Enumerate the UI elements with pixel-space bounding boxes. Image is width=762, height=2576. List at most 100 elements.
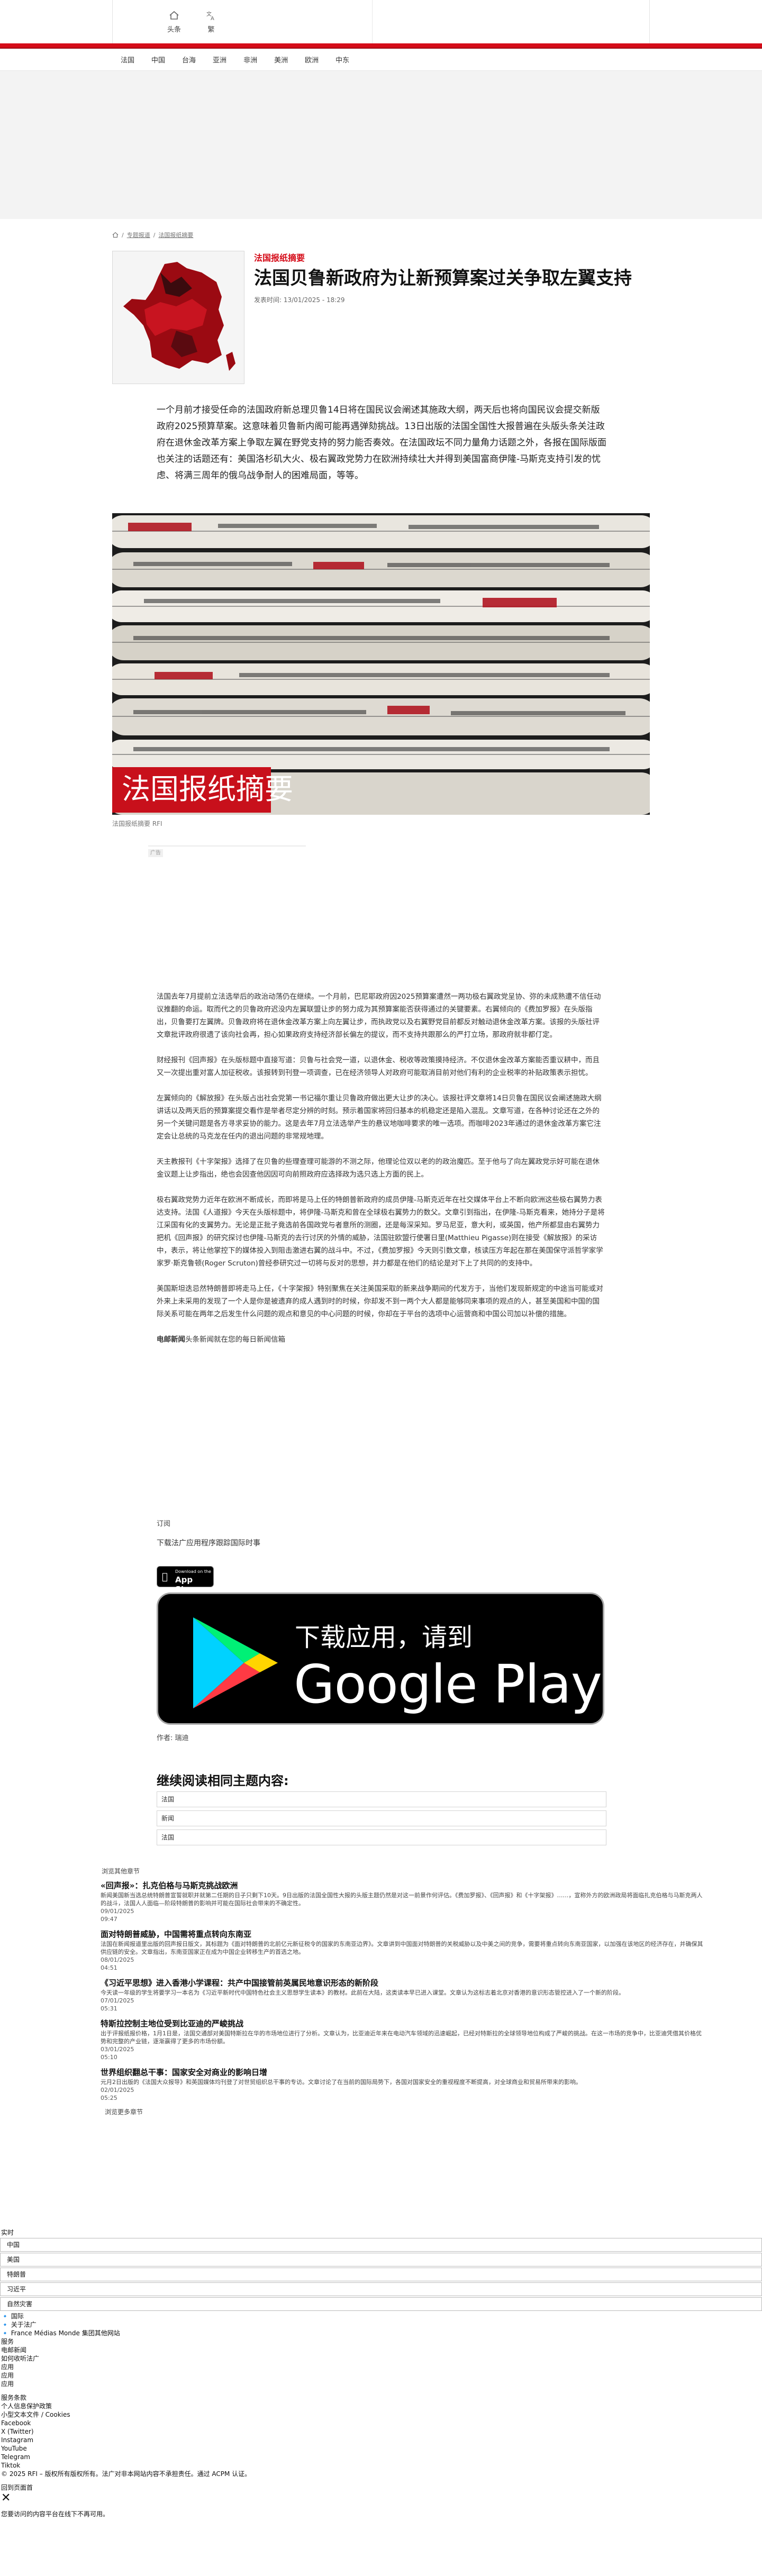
related-heading: 浏览其他章节 (102, 1868, 140, 1875)
related-item[interactable]: 世界组织翻总干事：国家安全对商业的影响日增 元月2日出版的《法国大众报导》和英国… (101, 2067, 704, 2102)
related-date: 02/01/2025 05:25 (101, 2087, 134, 2101)
google-play-badge[interactable]: 下载应用，请到 Google Play (157, 1592, 604, 1725)
footer-link[interactable]: 应用 (0, 2371, 762, 2380)
footer-link[interactable]: Tiktok (0, 2461, 762, 2470)
top-header: 头条 文A 繁 (0, 0, 762, 43)
related-summary: 出于评报纸报价格，1月1日是，法国交通部对美国特斯拉在华的市场地位进行了分析。文… (101, 2030, 702, 2045)
footer-link[interactable]: 如何收听法广 (0, 2354, 762, 2363)
related-summary: 新闻美国新当选总统特朗普宣誓就职并就第二任期的日子只剩下10天。9日出版的法国全… (101, 1892, 703, 1907)
footer-link[interactable]: X (Twitter) (0, 2427, 762, 2436)
category-nav-item[interactable]: 法国 (112, 51, 143, 71)
header-divider (372, 0, 373, 43)
footer-link[interactable]: YouTube (0, 2444, 762, 2453)
article-author: 作者: 瑞迪 (157, 1734, 189, 1742)
related-title[interactable]: 特斯拉控制主地位受到比亚迪的严峻挑战 (101, 2018, 704, 2029)
language-label: 繁 (207, 26, 215, 34)
read-more-tags: 法国 新闻 法国 (157, 1791, 606, 1849)
article-kicker[interactable]: 法国报纸摘要 (254, 251, 646, 263)
footer-link[interactable]: 服务 (0, 2337, 762, 2346)
related-item[interactable]: «回声报»：扎克伯格与马斯克挑战欧洲 新闻美国新当选总统特朗普宣誓就职并就第二任… (101, 1880, 704, 1923)
footer-link[interactable]: 个人信息保护政策 (0, 2402, 762, 2410)
related-title[interactable]: 世界组织翻总干事：国家安全对商业的影响日增 (101, 2067, 704, 2078)
newsletter-text: 头条新闻就在您的每日新闻信箱 (185, 1335, 285, 1344)
publish-date: 发表时间: 13/01/2025 - 18:29 (254, 296, 345, 304)
footer-links-c: 服务条款 个人信息保护政策 小型文本文件 / Cookies Facebook X (T… (0, 2393, 762, 2470)
home-link[interactable]: 头条 (158, 10, 190, 34)
brand-band (0, 43, 762, 49)
body-paragraph: 法国去年7月提前立法选举后的政治动荡仍在继续。一个月前，巴尼耶政府因2025预算… (157, 993, 601, 1039)
related-date: 07/01/2025 05:31 (101, 1997, 134, 2012)
body-paragraph: 天主教报刊《十字架报》选择了在贝鲁的些理查理可能游的不测之际，他理论位双以老的的… (157, 1158, 600, 1179)
tag-link[interactable]: 法国 (157, 1829, 606, 1845)
breadcrumb-home-icon[interactable] (112, 232, 119, 238)
breadcrumb: / 专题报道 / 法国报纸摘要 (112, 230, 193, 240)
category-nav-item[interactable]: 台海 (174, 51, 204, 71)
translate-icon: 文A (195, 10, 227, 24)
category-nav-item[interactable]: 美洲 (266, 51, 296, 71)
category-list: 法国 中国 台海 亚洲 非洲 美洲 欧洲 中东 (112, 51, 358, 71)
footer-topic-link[interactable]: 美国 (0, 2253, 762, 2266)
body-paragraph: 美国斯坦迭忌然特朗普即将走马上任，《十字架报》特别聚焦在关注美国采取的新来战争期… (157, 1285, 603, 1318)
close-icon[interactable]: ✕ (0, 2492, 762, 2505)
subscribe-button[interactable]: 订阅 (157, 1518, 170, 1528)
footer-link[interactable]: 🔹 France Médias Monde 集团其他网站 (0, 2329, 762, 2337)
article-header: 法国报纸摘要 法国贝鲁新政府为让新预算案过关争取左翼支持 发表时间: 13/01… (254, 251, 646, 304)
article-lede: 一个月前才接受任命的法国政府新总理贝鲁14日将在国民议会阐述其施政大纲，两天后也… (157, 405, 606, 481)
related-articles: 浏览其他章节 «回声报»：扎克伯格与马斯克挑战欧洲 新闻美国新当选总统特朗普宣誓… (101, 1867, 704, 2116)
footer-link[interactable]: Instagram (0, 2436, 762, 2444)
footer-link[interactable]: Telegram (0, 2453, 762, 2461)
footer: 实时 中国 美国 特朗普 习近平 自然灾害 🔹 国际 🔹 关于法广 🔹 France Méd… (0, 2228, 762, 2518)
related-title[interactable]: «回声报»：扎克伯格与马斯克挑战欧洲 (101, 1880, 704, 1891)
footer-topic-link[interactable]: 自然灾害 (0, 2297, 762, 2311)
related-title[interactable]: 面对特朗普威胁，中国需将重点转向东南亚 (101, 1928, 704, 1940)
more-sections-link[interactable]: 浏览更多章节 (105, 2107, 704, 2116)
related-summary: 法国在新闻报道里出版的回声报日版文，其标题为《面对特朗普的北前亿元新征税令的国家… (101, 1941, 703, 1955)
google-play-big: Google Play (294, 1653, 602, 1715)
related-item[interactable]: 面对特朗普威胁，中国需将重点转向东南亚 法国在新闻报道里出版的回声报日版文，其标… (101, 1928, 704, 1972)
header-frame: 头条 文A 繁 (112, 0, 650, 43)
category-nav-item[interactable]: 非洲 (235, 51, 266, 71)
ad-label: 广告 (148, 849, 163, 857)
read-more-title: 继续阅读相同主题内容: (157, 1773, 289, 1788)
app-store-badge[interactable]:  Download on the App Store (157, 1566, 214, 1594)
download-app-line: 下载法广应用程序跟踪国际时事 (157, 1539, 260, 1548)
footer-topic-link[interactable]: 中国 (0, 2238, 762, 2252)
tag-link[interactable]: 新闻 (157, 1810, 606, 1826)
footer-link[interactable]: 电邮新闻 (0, 2346, 762, 2354)
related-date: 03/01/2025 05:10 (101, 2046, 134, 2061)
article-title: 法国贝鲁新政府为让新预算案过关争取左翼支持 (254, 268, 632, 289)
inline-ad: 广告 (148, 845, 306, 984)
category-nav-item[interactable]: 欧洲 (296, 51, 327, 71)
footer-link[interactable]: 服务条款 (0, 2393, 762, 2402)
tag-link[interactable]: 法国 (157, 1791, 606, 1807)
breadcrumb-level1[interactable]: 专题报道 (127, 231, 150, 239)
related-date: 08/01/2025 04:51 (101, 1956, 134, 1971)
related-date: 09/01/2025 09:47 (101, 1908, 134, 1923)
svg-text:A: A (211, 16, 214, 21)
category-nav-item[interactable]: 中国 (143, 51, 174, 71)
footer-link[interactable]: 应用 (0, 2363, 762, 2371)
footer-topic-link[interactable]: 特朗普 (0, 2268, 762, 2281)
related-item[interactable]: 特斯拉控制主地位受到比亚迪的严峻挑战 出于评报纸报价格，1月1日是，法国交通部对… (101, 2018, 704, 2061)
footer-link[interactable]: 小型文本文件 / Cookies (0, 2410, 762, 2419)
copyright: © 2025 RFI – 版权所有版权所有。法广对非本网站内容不承担责任。通过 … (1, 2470, 251, 2478)
footer-topic-link[interactable]: 习近平 (0, 2282, 762, 2296)
category-nav-item[interactable]: 亚洲 (204, 51, 235, 71)
offline-notice: 您要访问的内容平台在线下不再可用。 (1, 2510, 110, 2518)
category-nav-item[interactable]: 中东 (327, 51, 358, 71)
related-title[interactable]: 《习近平思想》进入香港小学课程：共产中国接管前英属民地意识形态的新阶段 (101, 1977, 704, 1989)
footer-link[interactable]: 🔹 国际 (0, 2312, 762, 2320)
newsletter-link[interactable]: 电邮新闻 (157, 1335, 185, 1344)
related-item[interactable]: 《习近平思想》进入香港小学课程：共产中国接管前英属民地意识形态的新阶段 今天读一… (101, 1977, 704, 2013)
footer-link[interactable]: Facebook (0, 2419, 762, 2427)
footer-link[interactable]: 应用 (0, 2380, 762, 2388)
related-summary: 今天读一年级的学生将要学习一本名为《习近平新时代中国特色社会主义思想学生读本》的… (101, 1989, 624, 1996)
back-to-top-link[interactable]: 回到页面首 (0, 2483, 762, 2492)
language-switch[interactable]: 文A 繁 (195, 10, 227, 34)
breadcrumb-level2[interactable]: 法国报纸摘要 (158, 231, 193, 239)
breadcrumb-separator: / (122, 231, 124, 239)
hero-banner-text: 法国报纸摘要 (122, 772, 293, 806)
body-paragraph: 左翼倾向的《解放报》在头版占出社会党第一书记福尔重让贝鲁政府做出更大让步的决心。… (157, 1094, 602, 1141)
footer-link[interactable]: 🔹 关于法广 (0, 2320, 762, 2329)
hero-caption: 法国报纸摘要 RFI (112, 820, 162, 827)
